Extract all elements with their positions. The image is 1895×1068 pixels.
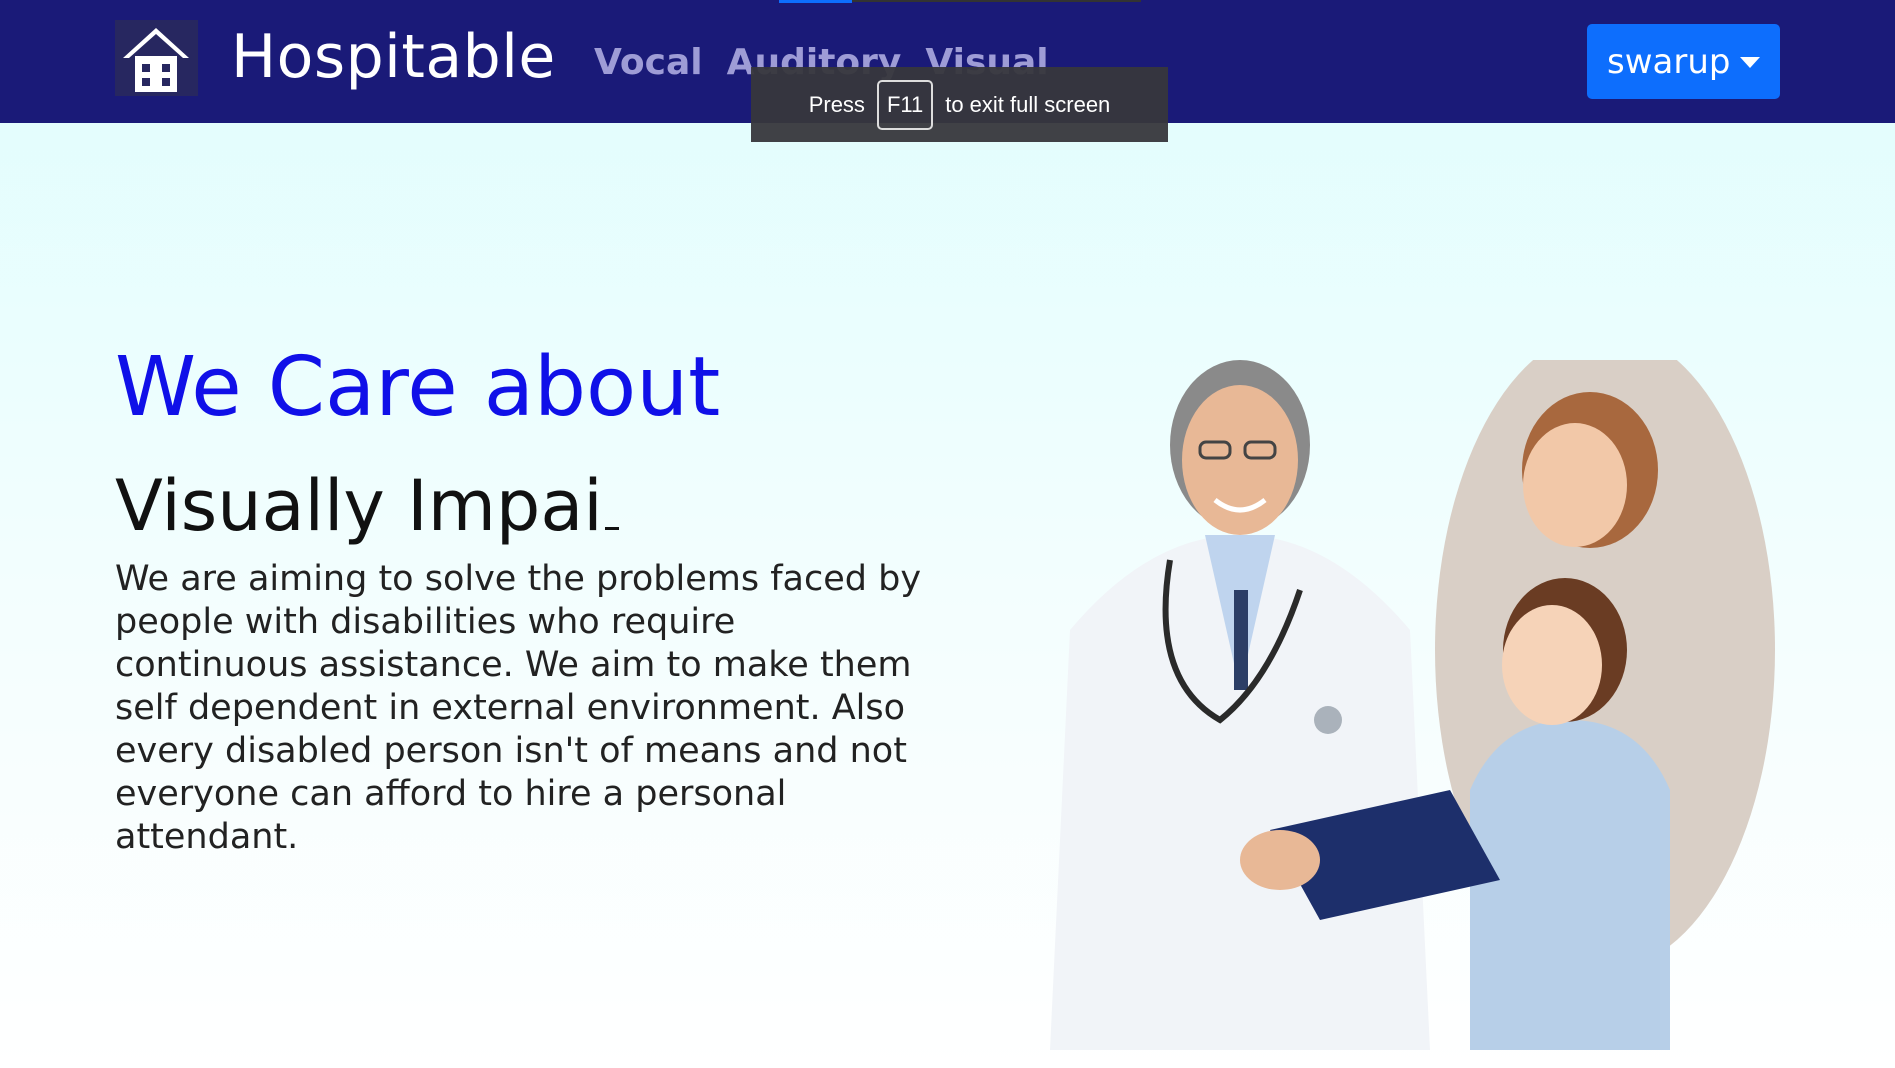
- hero-typed-text: Visually Impai: [115, 465, 619, 547]
- nav-link-vocal[interactable]: Vocal: [594, 42, 703, 83]
- user-name: swarup: [1607, 41, 1731, 82]
- top-indicator: [779, 0, 852, 3]
- fullscreen-toast: Press F11 to exit full screen: [751, 67, 1168, 142]
- caret-down-icon: [1740, 57, 1760, 68]
- hero-illustration: [1030, 330, 1780, 1050]
- hero-description: We are aiming to solve the problems face…: [115, 559, 922, 857]
- toast-prefix: Press: [808, 91, 865, 117]
- brand-name[interactable]: Hospitable: [231, 22, 556, 92]
- hero-title: We Care about: [115, 340, 721, 435]
- hospital-icon[interactable]: [115, 20, 198, 96]
- top-indicator-track: [852, 0, 1141, 2]
- toast-suffix: to exit full screen: [945, 91, 1111, 117]
- user-dropdown-button[interactable]: swarup: [1587, 24, 1780, 99]
- typed-text: Visually Impai: [115, 465, 603, 547]
- toast-key: F11: [876, 79, 934, 130]
- typing-cursor: [604, 527, 619, 530]
